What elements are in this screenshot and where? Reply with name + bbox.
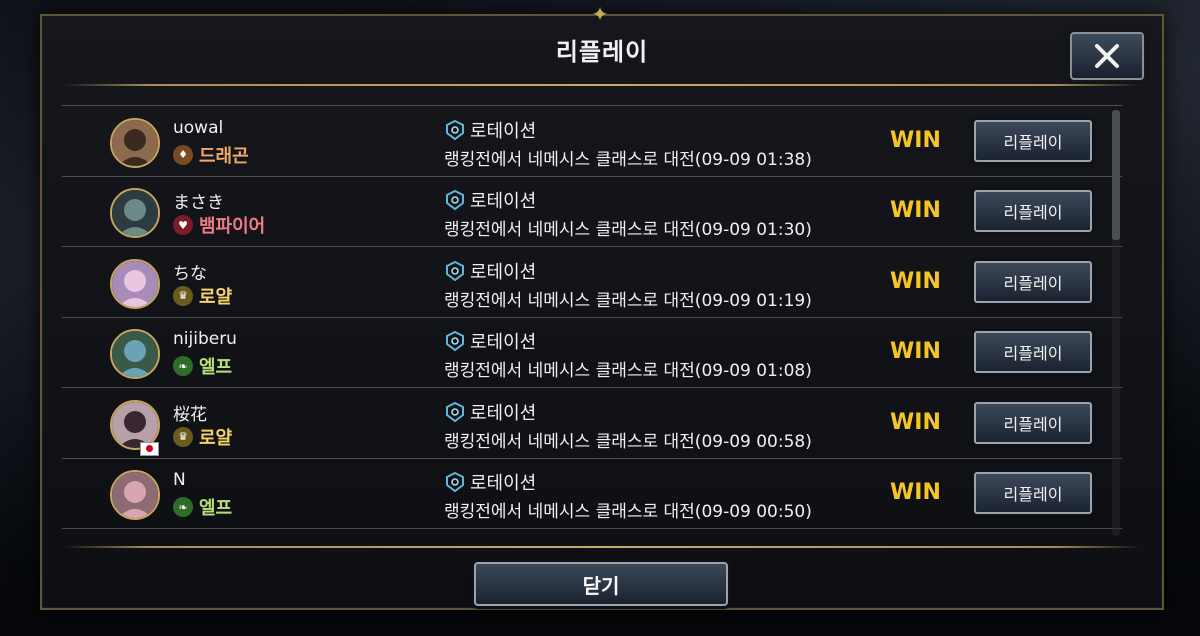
replay-row: nijiberu ❧ 엘프 로테이션 랭킹전에서 네메시스 클래스로 대전(09… — [62, 319, 1122, 388]
replay-button[interactable]: 리플레이 — [974, 331, 1092, 373]
header-divider — [62, 84, 1142, 86]
mode-label: 로테이션 — [470, 120, 537, 142]
rotation-icon — [446, 119, 464, 140]
rotation-icon — [446, 471, 464, 493]
class-line: ♦ 드래곤 — [173, 142, 249, 168]
replay-row: まさき ♥ 뱀파이어 로테이션 랭킹전에서 네메시스 클래스로 대전(09-09… — [62, 178, 1122, 247]
replay-button[interactable]: 리플레이 — [974, 472, 1092, 514]
avatar — [110, 258, 160, 309]
class-line: ♛ 로얄 — [173, 283, 232, 309]
dialog-title: 리플레이 — [555, 37, 649, 66]
replay-list[interactable]: ミロ ✝ 비숍 로테이션 랭킹전에서 네메시스 클래스로 대전(09-09 01… — [62, 100, 1122, 538]
avatar — [110, 470, 160, 520]
replay-button[interactable]: 리플레이 — [974, 190, 1092, 232]
class-label: 엘프 — [199, 357, 233, 378]
dialog-header: 리플레이 — [42, 16, 1162, 82]
class-label: 뱀파이어 — [199, 216, 266, 237]
footer-close-button[interactable]: 닫기 — [474, 562, 728, 606]
class-label: 드래곤 — [199, 145, 249, 167]
match-description: 랭킹전에서 네메시스 클래스로 대전(09-09 01:38) — [444, 149, 812, 170]
avatar — [110, 329, 160, 379]
replay-button[interactable]: 리플레이 — [974, 119, 1092, 162]
replay-row: uowal ♦ 드래곤 로테이션 랭킹전에서 네메시스 클래스로 대전(09-0… — [62, 108, 1122, 177]
avatar-portrait — [112, 331, 158, 377]
avatar — [110, 117, 160, 168]
mode-label: 로테이션 — [470, 191, 537, 212]
royal-icon: ♛ — [173, 426, 193, 447]
mode-label: 로테이션 — [470, 332, 537, 353]
rotation-icon — [446, 260, 464, 281]
player-name: N — [173, 470, 186, 490]
result-label: WIN — [890, 268, 941, 294]
result-label: WIN — [890, 127, 941, 153]
replay-row: N ❧ 엘프 로테이션 랭킹전에서 네메시스 클래스로 대전(09-09 00:… — [62, 460, 1122, 529]
avatar-portrait — [112, 260, 158, 307]
scrollbar-thumb[interactable] — [1112, 110, 1120, 240]
mode-label: 로테이션 — [470, 473, 537, 494]
class-line: ♥ 뱀파이어 — [173, 212, 265, 238]
replay-dialog: ✦ 리플레이 ミロ ✝ 비숍 — [40, 3, 1164, 610]
footer-divider — [62, 546, 1142, 548]
avatar-portrait — [112, 472, 158, 518]
mode-line: 로테이션 — [444, 469, 536, 495]
player-name: まさき — [173, 193, 224, 213]
result-label: WIN — [890, 339, 941, 364]
result-label: WIN — [890, 480, 941, 505]
mode-line: 로테이션 — [444, 399, 536, 425]
royal-icon: ♛ — [173, 285, 193, 306]
avatar-portrait — [112, 119, 158, 166]
class-label: 엘프 — [199, 498, 233, 519]
replay-row: ちな ♛ 로얄 로테이션 랭킹전에서 네메시스 클래스로 대전(09-09 01… — [62, 249, 1122, 318]
match-description: 랭킹전에서 네메시스 클래스로 대전(09-09 01:08) — [444, 361, 812, 381]
player-name: 桜花 — [173, 404, 207, 425]
avatar — [110, 188, 160, 238]
vampire-icon: ♥ — [173, 215, 193, 235]
elf-icon: ❧ — [173, 497, 193, 517]
match-description: 랭킹전에서 네메시스 클래스로 대전(09-09 01:19) — [444, 290, 812, 311]
close-icon — [1095, 44, 1119, 68]
dragon-icon: ♦ — [173, 144, 193, 165]
match-description: 랭킹전에서 네메시스 클래스로 대전(09-09 01:30) — [444, 220, 812, 240]
replay-button[interactable]: 리플레이 — [974, 260, 1092, 303]
replay-row: ミロ ✝ 비숍 로테이션 랭킹전에서 네메시스 클래스로 대전(09-09 01… — [62, 100, 1122, 106]
result-label: WIN — [890, 198, 941, 223]
rotation-icon — [446, 330, 464, 352]
japan-flag-icon — [140, 441, 159, 456]
mode-label: 로테이션 — [470, 261, 537, 283]
class-line: ♛ 로얄 — [173, 424, 232, 450]
close-button[interactable] — [1070, 32, 1144, 80]
class-line: ❧ 엘프 — [173, 494, 232, 520]
class-label: 로얄 — [199, 427, 233, 449]
match-description: 랭킹전에서 네메시스 클래스로 대전(09-09 00:58) — [444, 431, 812, 452]
class-line: ❧ 엘프 — [173, 353, 232, 379]
replay-button[interactable]: 리플레이 — [974, 401, 1092, 444]
match-description: 랭킹전에서 네메시스 클래스로 대전(09-09 00:50) — [444, 502, 812, 522]
player-name: uowal — [173, 117, 224, 138]
rotation-icon — [446, 189, 464, 211]
rotation-icon — [446, 401, 464, 422]
mode-label: 로테이션 — [470, 402, 537, 424]
avatar-portrait — [112, 190, 158, 236]
replay-row: 桜花 ♛ 로얄 로테이션 랭킹전에서 네메시스 클래스로 대전(09-09 00… — [62, 390, 1122, 459]
result-label: WIN — [890, 409, 941, 435]
player-name: ちな — [173, 263, 207, 284]
mode-line: 로테이션 — [444, 258, 536, 284]
elf-icon: ❧ — [173, 356, 193, 376]
class-label: 로얄 — [199, 286, 233, 308]
mode-line: 로테이션 — [444, 187, 536, 213]
mode-line: 로테이션 — [444, 117, 536, 143]
player-name: nijiberu — [173, 329, 237, 349]
mode-line: 로테이션 — [444, 328, 536, 354]
